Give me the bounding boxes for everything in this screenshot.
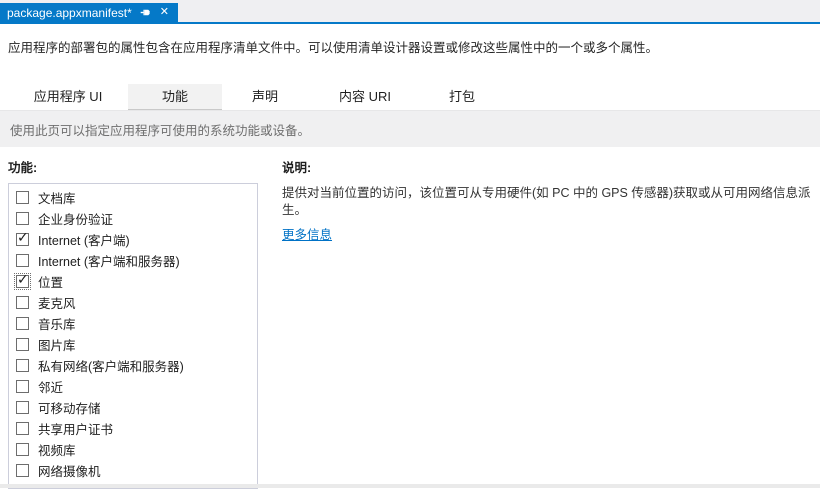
capability-checkbox[interactable]: ✓ — [16, 422, 29, 435]
capability-row[interactable]: ✓ 麦克风 — [9, 292, 257, 313]
tab-3[interactable]: 声明 — [222, 84, 308, 110]
viewport-cut-strip — [0, 484, 820, 488]
capability-label: 文档库 — [38, 192, 76, 206]
capabilities-column: 功能: ✓ 文档库 ✓ 企业身份验证 ✓ Internet (客户端) ✓ In… — [8, 157, 258, 489]
tab-hint-strip: 使用此页可以指定应用程序可使用的系统功能或设备。 — [0, 110, 820, 147]
description-label: 说明: — [282, 161, 312, 175]
capability-row[interactable]: ✓ 图片库 — [9, 334, 257, 355]
capability-label: 可移动存储 — [38, 402, 101, 416]
check-icon: ✓ — [17, 271, 29, 287]
capability-label: 麦克风 — [38, 297, 76, 311]
document-tab-title: package.appxmanifest* — [7, 5, 132, 20]
tab-label: 内容 URI — [338, 89, 391, 104]
tab-2[interactable]: 功能 — [128, 84, 222, 110]
capability-row[interactable]: ✓ 私有网络(客户端和服务器) — [9, 355, 257, 376]
document-tab-strip: package.appxmanifest* ✕ — [0, 0, 820, 22]
capability-row[interactable]: ✓ 共享用户证书 — [9, 418, 257, 439]
tab-label: 应用程序 UI — [33, 89, 103, 104]
tab-5[interactable]: 打包 — [422, 84, 502, 110]
capability-checkbox[interactable]: ✓ — [14, 271, 31, 290]
capability-label: 视频库 — [38, 444, 76, 458]
capability-checkbox[interactable]: ✓ — [16, 443, 29, 456]
capability-checkbox[interactable]: ✓ — [16, 359, 29, 372]
close-icon[interactable]: ✕ — [158, 7, 171, 18]
tab-1[interactable]: 应用程序 UI — [8, 84, 128, 110]
capabilities-listbox[interactable]: ✓ 文档库 ✓ 企业身份验证 ✓ Internet (客户端) ✓ Intern… — [8, 183, 258, 489]
capability-checkbox[interactable]: ✓ — [16, 229, 29, 246]
capability-row[interactable]: ✓ 可移动存储 — [9, 397, 257, 418]
capability-checkbox[interactable]: ✓ — [16, 401, 29, 414]
capability-row[interactable]: ✓ 视频库 — [9, 439, 257, 460]
capability-checkbox[interactable]: ✓ — [16, 464, 29, 477]
capability-label: 共享用户证书 — [38, 423, 114, 437]
manifest-intro-text: 应用程序的部署包的属性包含在应用程序清单文件中。可以使用清单设计器设置或修改这些… — [8, 41, 659, 55]
capability-row[interactable]: ✓ 文档库 — [9, 187, 257, 208]
capability-label: 私有网络(客户端和服务器) — [38, 360, 184, 374]
capability-checkbox[interactable]: ✓ — [16, 338, 29, 351]
capability-checkbox[interactable]: ✓ — [16, 380, 29, 393]
more-info-link[interactable]: 更多信息 — [282, 224, 332, 243]
tab-4[interactable]: 内容 URI — [308, 84, 422, 110]
tab-label: 打包 — [448, 89, 475, 104]
capability-row[interactable]: ✓ 企业身份验证 — [9, 208, 257, 229]
tab-hint-text: 使用此页可以指定应用程序可使用的系统功能或设备。 — [10, 123, 311, 138]
capability-label: 音乐库 — [38, 318, 76, 332]
description-text: 提供对当前位置的访问，该位置可从专用硬件(如 PC 中的 GPS 传感器)获取或… — [282, 186, 811, 217]
capability-row[interactable]: ✓ 邻近 — [9, 376, 257, 397]
document-tab[interactable]: package.appxmanifest* ✕ — [0, 3, 178, 22]
capability-label: 企业身份验证 — [38, 213, 114, 227]
capability-checkbox[interactable]: ✓ — [16, 254, 29, 267]
capability-checkbox[interactable]: ✓ — [16, 317, 29, 330]
capability-label: 位置 — [38, 276, 64, 290]
nav-tabs: 应用程序 UI 功能 声明 内容 URI 打包 — [8, 84, 502, 110]
capability-checkbox[interactable]: ✓ — [16, 212, 29, 225]
capability-checkbox[interactable]: ✓ — [16, 296, 29, 309]
capability-label: 网络摄像机 — [38, 465, 101, 479]
capability-label: Internet (客户端) — [38, 234, 130, 248]
active-document-accent-line — [0, 22, 820, 24]
pin-icon[interactable] — [140, 7, 151, 18]
capability-label: 图片库 — [38, 339, 76, 353]
capability-label: 邻近 — [38, 381, 64, 395]
capability-row[interactable]: ✓ 网络摄像机 — [9, 460, 257, 481]
tab-label: 声明 — [251, 89, 278, 104]
capability-row[interactable]: ✓ Internet (客户端) — [9, 229, 257, 250]
capability-row[interactable]: ✓ 位置 — [9, 271, 257, 292]
capability-row[interactable]: ✓ 音乐库 — [9, 313, 257, 334]
capabilities-label: 功能: — [8, 161, 38, 175]
capability-label: Internet (客户端和服务器) — [38, 255, 180, 269]
capability-checkbox[interactable]: ✓ — [16, 191, 29, 204]
tab-label: 功能 — [161, 89, 188, 104]
check-icon: ✓ — [17, 229, 29, 245]
description-column: 说明: 提供对当前位置的访问，该位置可从专用硬件(如 PC 中的 GPS 传感器… — [282, 157, 816, 243]
capability-row[interactable]: ✓ Internet (客户端和服务器) — [9, 250, 257, 271]
